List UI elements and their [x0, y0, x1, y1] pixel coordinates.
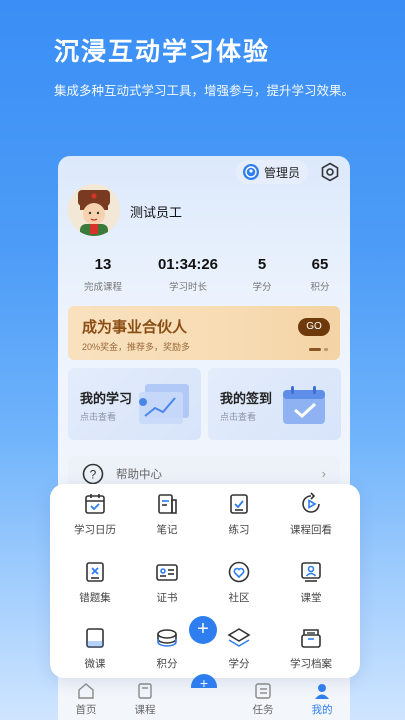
card-title: 我的签到: [220, 391, 273, 406]
card-subtitle: 点击查看: [220, 412, 257, 422]
replay-icon: [302, 492, 320, 513]
admin-switch-button[interactable]: 管理员: [236, 160, 308, 184]
admin-label: 管理员: [264, 165, 301, 180]
partner-banner[interactable]: 成为事业合伙人 20%奖金，推荐多，奖励多 GO: [68, 306, 340, 360]
grid-item-mistakes[interactable]: 错题集: [60, 560, 130, 605]
grid-label: 证书: [156, 592, 178, 604]
grid-label: 错题集: [79, 592, 111, 604]
stat-value: 01:34:26: [157, 256, 219, 273]
svg-text:?: ?: [90, 468, 97, 482]
tab-course[interactable]: 课程: [120, 682, 170, 717]
stat-points[interactable]: 65 积分: [296, 256, 344, 293]
grid-label: 学习日历: [74, 524, 116, 536]
settings-icon[interactable]: [320, 162, 340, 182]
hero-subtitle: 集成多种互动式学习工具，增强参与，提升学习效果。: [54, 84, 355, 98]
study-chart-icon: [139, 384, 189, 424]
points-icon: [157, 629, 177, 647]
stat-study-time[interactable]: 01:34:26 学习时长: [148, 256, 228, 293]
mistakes-icon: [86, 562, 104, 582]
avatar-image: [68, 184, 120, 236]
avatar[interactable]: [68, 184, 120, 236]
stat-credits[interactable]: 5 学分: [228, 256, 296, 293]
stat-label: 积分: [310, 282, 330, 293]
chevron-right-icon: ›: [321, 466, 326, 481]
help-label: 帮助中心: [116, 469, 162, 481]
banner-title: 成为事业合伙人: [82, 319, 188, 336]
grid-item-classroom[interactable]: 课堂: [276, 560, 346, 605]
bottom-tab-bar: 首页 课程 任务 我的: [58, 680, 350, 720]
stat-value: 5: [257, 256, 267, 273]
my-study-card[interactable]: 我的学习 点击查看: [68, 368, 201, 440]
grid-label: 微课: [84, 658, 106, 670]
grid-label: 课程回看: [290, 524, 332, 536]
add-button[interactable]: +: [189, 616, 217, 644]
notes-icon: [158, 494, 177, 514]
profile-icon: [315, 684, 329, 699]
grid-item-study-archive[interactable]: 学习档案: [276, 626, 346, 671]
grid-label: 学分: [228, 658, 250, 670]
hero-title: 沉浸互动学习体验: [54, 38, 271, 66]
grid-item-course-replay[interactable]: 课程回看: [276, 492, 346, 537]
tab-label: 我的: [311, 704, 333, 716]
community-icon: [228, 561, 250, 583]
tab-mine[interactable]: 我的: [297, 682, 347, 717]
microcourse-icon: [86, 628, 104, 648]
banner-subtitle: 20%奖金，推荐多，奖励多: [82, 342, 191, 352]
grid-label: 课堂: [300, 592, 322, 604]
tab-label: 任务: [252, 704, 274, 716]
practice-icon: [230, 494, 248, 514]
calendar-icon: [85, 494, 105, 514]
tab-label: 首页: [75, 704, 97, 716]
tab-task[interactable]: 任务: [238, 682, 288, 717]
stat-label: 学分: [252, 282, 272, 293]
quick-actions-panel: 学习日历 笔记 练习 课程回看 错题集 证书 社区 课堂 微课 积分 学分 学习…: [50, 484, 360, 678]
course-icon: [138, 683, 152, 699]
carousel-indicator: [309, 348, 328, 351]
stat-completed-courses[interactable]: 13 完成课程: [58, 256, 148, 293]
go-button[interactable]: GO: [298, 318, 330, 336]
grid-item-study-calendar[interactable]: 学习日历: [60, 492, 130, 537]
stat-value: 13: [94, 256, 112, 273]
classroom-icon: [301, 562, 321, 582]
grid-label: 笔记: [156, 524, 178, 536]
grid-label: 学习档案: [290, 658, 332, 670]
stats-row: 13 完成课程 01:34:26 学习时长 5 学分 65 积分: [58, 256, 350, 293]
my-checkin-card[interactable]: 我的签到 点击查看: [208, 368, 341, 440]
switch-role-icon: [243, 164, 259, 180]
grid-label: 社区: [228, 592, 250, 604]
grid-item-certificate[interactable]: 证书: [132, 560, 202, 605]
stat-label: 完成课程: [83, 282, 122, 293]
stat-value: 65: [311, 256, 329, 273]
task-icon: [255, 683, 271, 699]
grid-item-practice[interactable]: 练习: [204, 492, 274, 537]
grid-label: 积分: [156, 658, 178, 670]
card-subtitle: 点击查看: [80, 412, 117, 422]
grid-item-microcourse[interactable]: 微课: [60, 626, 130, 671]
card-title: 我的学习: [80, 391, 133, 406]
archive-icon: [301, 629, 321, 648]
credits-icon: [227, 628, 251, 647]
question-icon: ?: [82, 463, 104, 485]
grid-item-notes[interactable]: 笔记: [132, 492, 202, 537]
grid-label: 练习: [228, 524, 250, 536]
certificate-icon: [156, 564, 178, 581]
tab-label: 课程: [134, 704, 156, 716]
home-icon: [78, 683, 94, 699]
stat-label: 学习时长: [168, 282, 207, 293]
user-name: 测试员工: [130, 205, 183, 220]
grid-item-community[interactable]: 社区: [204, 560, 274, 605]
checkin-calendar-icon: [283, 386, 325, 424]
tab-home[interactable]: 首页: [61, 682, 111, 717]
